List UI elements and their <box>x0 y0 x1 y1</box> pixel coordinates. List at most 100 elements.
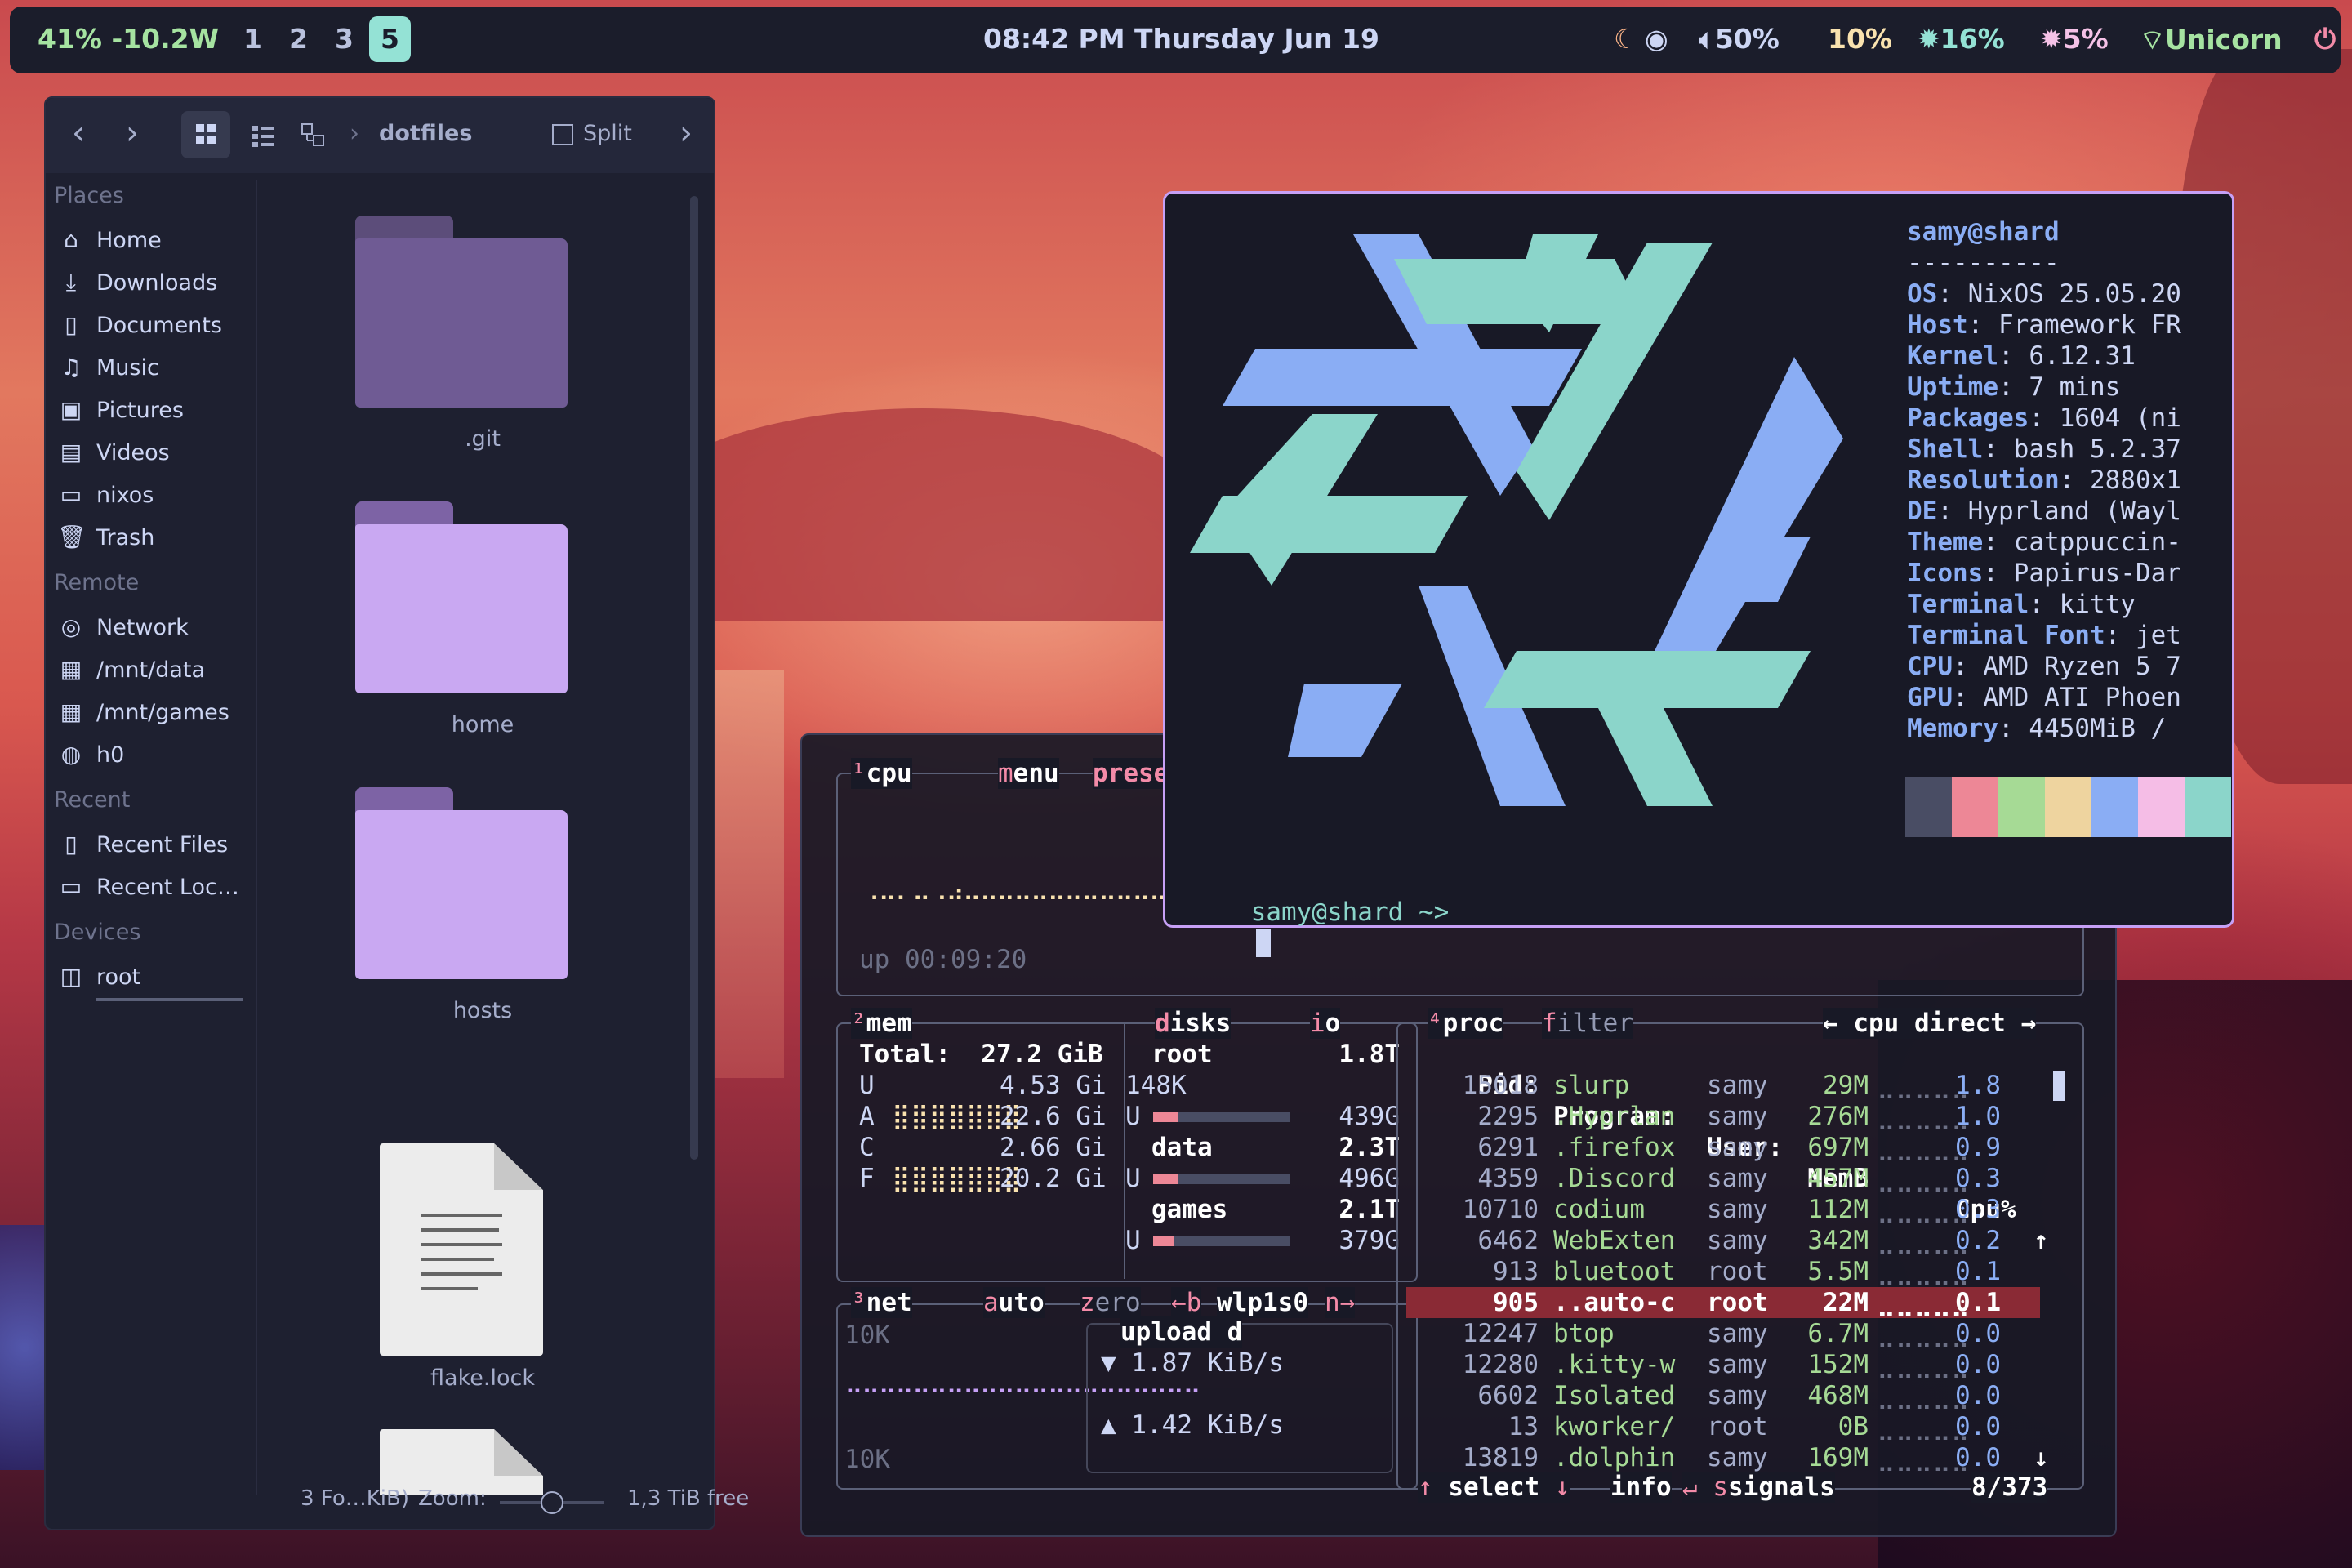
cpu-widget[interactable]: ✹16% <box>1918 23 2005 55</box>
proc-cell-user: samy <box>1707 1195 1768 1224</box>
net-prev-iface[interactable]: ←b <box>1171 1287 1202 1318</box>
net-zero-toggle[interactable]: zero <box>1080 1287 1141 1318</box>
proc-cpu-graph: ⣀⣀⣀⣀⣀ <box>1877 1288 1970 1317</box>
proc-signals-hint[interactable]: ↵ ssignals <box>1682 1472 1835 1503</box>
shell-prompt[interactable]: samy@shard ~> <box>1190 868 1449 987</box>
proc-filter[interactable]: filter <box>1542 1008 1633 1039</box>
proc-row[interactable]: 6462 WebExten samy 342M 0.2 ⣀⣀⣀⣀⣀ <box>1460 1225 2040 1256</box>
fm-toolbar: ‹ › › dotfiles Split › <box>46 98 714 173</box>
scrollbar[interactable] <box>690 196 698 1160</box>
proc-cpu-graph: ⣀⣀⣀⣀⣀ <box>1877 1071 1970 1100</box>
fastfetch-key: Host <box>1907 310 1968 340</box>
proc-row[interactable]: 12280 .kitty-w samy 152M 0.0 ⣀⣀⣀⣀⣀ <box>1460 1349 2040 1380</box>
workspace-2[interactable]: 2 <box>289 23 308 55</box>
proc-cell-pid: 6291 <box>1477 1133 1539 1162</box>
proc-row[interactable]: 13819 .dolphin samy 169M 0.0 ⣀⣀⣀⣀⣀ <box>1460 1442 2040 1473</box>
tree-view-icon[interactable] <box>296 118 332 154</box>
sidebar-item-home[interactable]: ⌂ Home <box>57 222 162 258</box>
clock[interactable]: 08:42 PM Thursday Jun 19 <box>983 23 1379 55</box>
cpu-menu-button[interactable]: menu <box>998 758 1059 789</box>
forward-icon[interactable]: › <box>126 114 139 152</box>
power-icon[interactable]: ⏻ <box>2314 23 2336 56</box>
proc-row[interactable]: 13 kworker/root 0B 0.0 ⣀⣀⣀⣀⣀ <box>1460 1411 2040 1442</box>
sidebar-label: /mnt/games <box>96 700 229 725</box>
wifi-widget[interactable]: ⌔Unicorn <box>2140 23 2283 56</box>
fastfetch-value: 7 mins <box>2029 372 2121 402</box>
fastfetch-value: Framework FR <box>1998 310 2181 340</box>
proc-row[interactable]: 2295 .Hyprlan samy 276M 1.0 ⣀⣀⣀⣀⣀ <box>1460 1101 2040 1132</box>
proc-row[interactable]: 913 bluetoot root 5.5M 0.1 ⣀⣀⣀⣀⣀ <box>1460 1256 2040 1287</box>
fastfetch-value: jet <box>2135 621 2181 650</box>
proc-row[interactable]: 4359 .Discord samy 457M 0.3 ⣀⣀⣀⣀⣀ <box>1460 1163 2040 1194</box>
proc-row[interactable]: 15018 slurp samy 29M 1.8 ⣀⣀⣀⣀⣀ <box>1460 1070 2040 1101</box>
grid-view-icon <box>196 124 216 144</box>
sidebar-item-h0[interactable]: ◍ h0 <box>57 737 125 773</box>
proc-sort[interactable]: ← cpu direct → <box>1823 1008 2037 1039</box>
net-iface: wlp1s0 <box>1217 1287 1308 1318</box>
zoom-label: Zoom: <box>418 1486 487 1511</box>
sidebar-item-nixos[interactable]: ▭ nixos <box>57 477 154 513</box>
file-partial[interactable] <box>380 1429 543 1494</box>
brightness-value[interactable]: 10% <box>1828 23 1892 55</box>
proc-cell-user: samy <box>1707 1226 1768 1255</box>
scroll-down-icon[interactable]: ↓ <box>2034 1442 2049 1473</box>
cpu-preset-button[interactable]: prese <box>1093 758 1169 789</box>
back-icon[interactable]: ‹ <box>72 114 85 152</box>
proc-row[interactable]: 6602 Isolated samy 468M 0.0 ⣀⣀⣀⣀⣀ <box>1460 1380 2040 1411</box>
split-button[interactable]: Split <box>552 121 632 146</box>
sidebar-item-trash[interactable]: 🗑︎ Trash <box>57 519 154 555</box>
sidebar-item-recent-files[interactable]: ▯ Recent Files <box>57 826 228 862</box>
sidebar-item-network[interactable]: ◎ Network <box>57 609 189 645</box>
proc-row[interactable]: 12247 btop samy 6.7M 0.0 ⣀⣀⣀⣀⣀ <box>1460 1318 2040 1349</box>
folder-home[interactable] <box>355 501 568 693</box>
discord-icon[interactable]: ◉ <box>1645 23 1668 55</box>
net-auto-toggle[interactable]: auto <box>983 1287 1045 1318</box>
proc-row[interactable]: 6291 .firefox samy 697M 0.9 ⣀⣀⣀⣀⣀ <box>1460 1132 2040 1163</box>
workspace-1[interactable]: 1 <box>243 23 262 55</box>
proc-scrollbar-thumb[interactable] <box>2053 1071 2065 1101</box>
workspace-5-active[interactable]: 5 <box>369 16 411 62</box>
folder-git[interactable] <box>355 216 568 408</box>
mem-available-value: 22.6 Gi <box>1000 1102 1107 1131</box>
details-view-icon[interactable] <box>245 118 281 154</box>
sidebar-item-downloads[interactable]: ⤓ Downloads <box>57 265 217 301</box>
proc-row-selected[interactable]: 905 ..auto-c root 22M 0.1 ⣀⣀⣀⣀⣀ <box>1406 1287 2040 1318</box>
sidebar-item-root[interactable]: ◫ root <box>57 959 140 995</box>
fastfetch-key: DE <box>1907 497 1938 526</box>
file-flake-lock[interactable] <box>380 1143 543 1356</box>
io-toggle[interactable]: io <box>1310 1008 1341 1039</box>
folder-hosts[interactable] <box>355 787 568 979</box>
sidebar-item-music[interactable]: ♫ Music <box>57 350 158 385</box>
workspace-3[interactable]: 3 <box>335 23 354 55</box>
breadcrumb-chevron-icon: › <box>350 119 359 148</box>
proc-cell-user: samy <box>1707 1133 1768 1162</box>
night-light-icon[interactable]: ☾ <box>1614 23 1638 55</box>
fastfetch-value: bash 5.2.37 <box>2013 434 2181 464</box>
icon-view-button[interactable] <box>181 111 230 158</box>
top-bar: 41% -10.2W 1 2 3 5 08:42 PM Thursday Jun… <box>10 7 2341 74</box>
sidebar-item-videos[interactable]: ▤ Videos <box>57 434 170 470</box>
proc-cell-user: samy <box>1707 1164 1768 1193</box>
fastfetch-key: Terminal Font <box>1907 621 2105 650</box>
sidebar-item-mnt-data[interactable]: ▦ /mnt/data <box>57 652 205 688</box>
proc-cell-pid: 13 <box>1508 1412 1539 1441</box>
sidebar-item-documents[interactable]: ▯ Documents <box>57 307 222 343</box>
ram-widget[interactable]: ✹5% <box>2040 23 2109 55</box>
sidebar-item-recent-locations[interactable]: ▭ Recent Loc… <box>57 869 239 905</box>
mem-free-value: 20.2 Gi <box>1000 1164 1107 1193</box>
more-chevron-icon[interactable]: › <box>679 114 693 152</box>
volume-widget[interactable]: 🔈︎50% <box>1699 23 1780 56</box>
fastfetch-separator: ---------- <box>1907 248 2060 278</box>
zoom-slider-handle[interactable] <box>541 1491 564 1514</box>
proc-row[interactable]: 10710 codium samy 112M 0.3 ⣀⣀⣀⣀⣀ <box>1460 1194 2040 1225</box>
sidebar-item-pictures[interactable]: ▣ Pictures <box>57 392 184 428</box>
proc-info-hint[interactable]: info <box>1610 1472 1672 1503</box>
sidebar-item-mnt-games[interactable]: ▦ /mnt/games <box>57 694 229 730</box>
disk-root-header: root 1.8T <box>1152 1040 1400 1069</box>
proc-cell-user: samy <box>1707 1102 1768 1131</box>
disk-icon: ◫ <box>60 963 82 990</box>
battery-status[interactable]: 41% -10.2W <box>38 23 219 55</box>
net-next-iface[interactable]: n→ <box>1325 1287 1356 1318</box>
breadcrumb[interactable]: dotfiles <box>379 121 472 146</box>
proc-select-hint[interactable]: ↑ select ↓ <box>1418 1472 1570 1503</box>
